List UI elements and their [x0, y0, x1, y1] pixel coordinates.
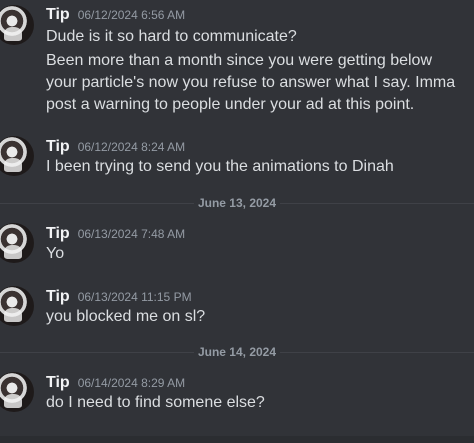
- chat-message-list: Tip 06/12/2024 6:56 AM Dude is it so har…: [0, 0, 474, 443]
- divider-line: [280, 202, 474, 204]
- divider-line: [0, 351, 194, 353]
- user-avatar[interactable]: [0, 5, 34, 45]
- date-divider: June 13, 2024: [0, 194, 474, 212]
- message-input-bar-edge: [0, 436, 474, 443]
- message-text: do I need to find somene else?: [46, 394, 265, 411]
- message-timestamp: 06/13/2024 11:15 PM: [77, 290, 192, 304]
- message-timestamp: 06/14/2024 8:29 AM: [77, 376, 186, 390]
- message-text: you blocked me on sl?: [46, 308, 206, 325]
- message-text: Dude is it so hard to communicate?: [46, 28, 297, 45]
- divider-line: [0, 202, 194, 204]
- divider-line: [280, 351, 474, 353]
- message-username[interactable]: Tip: [46, 287, 70, 307]
- divider-date: June 13, 2024: [197, 196, 277, 210]
- user-avatar[interactable]: [0, 136, 34, 176]
- message-text: Been more than a month since you were ge…: [46, 52, 456, 113]
- message-username[interactable]: Tip: [46, 5, 70, 25]
- message-username[interactable]: Tip: [46, 224, 70, 244]
- message-group[interactable]: Tip 06/13/2024 7:48 AM Yo: [0, 221, 474, 271]
- message-group[interactable]: Tip 06/12/2024 6:56 AM Dude is it so har…: [0, 0, 474, 120]
- message-text: Yo: [46, 245, 65, 262]
- date-divider: June 14, 2024: [0, 343, 474, 361]
- message-text: I been trying to send you the animations…: [46, 158, 394, 175]
- message-group[interactable]: Tip 06/14/2024 8:29 AM do I need to find…: [0, 370, 474, 420]
- message-username[interactable]: Tip: [46, 373, 70, 393]
- message-group[interactable]: Tip 06/12/2024 8:24 AM I been trying to …: [0, 134, 474, 184]
- message-timestamp: 06/13/2024 7:48 AM: [77, 227, 186, 241]
- message-username[interactable]: Tip: [46, 137, 70, 157]
- message-group[interactable]: Tip 06/13/2024 11:15 PM you blocked me o…: [0, 284, 474, 334]
- user-avatar[interactable]: [0, 286, 34, 326]
- divider-date: June 14, 2024: [197, 345, 277, 359]
- user-avatar[interactable]: [0, 372, 34, 412]
- message-timestamp: 06/12/2024 6:56 AM: [77, 8, 186, 22]
- message-timestamp: 06/12/2024 8:24 AM: [77, 140, 186, 154]
- user-avatar[interactable]: [0, 223, 34, 263]
